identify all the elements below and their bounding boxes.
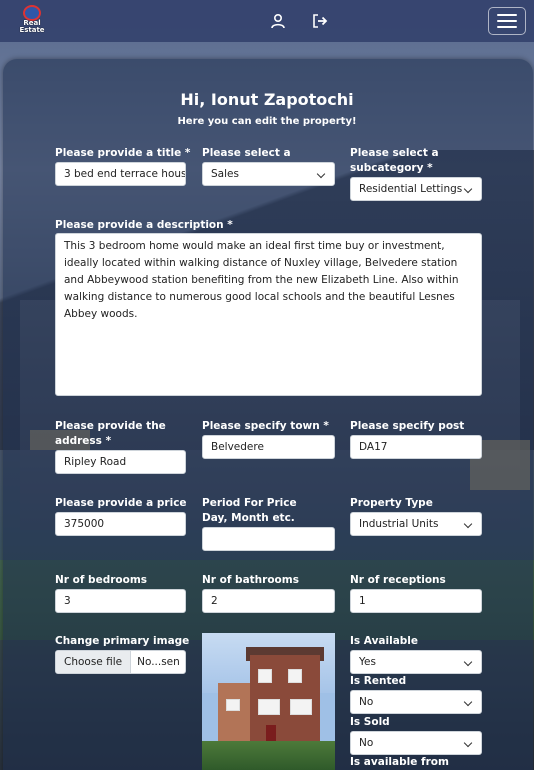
subcategory-select[interactable]: Residential Lettings: [350, 177, 482, 201]
subcategory-label: Please select a subcategory *: [350, 147, 439, 174]
sold-select[interactable]: No: [350, 731, 482, 755]
period-input[interactable]: [202, 527, 335, 551]
page-title: Hi, Ionut Zapotochi: [180, 90, 354, 109]
category-select[interactable]: Sales: [202, 162, 335, 186]
file-name: No...sen: [137, 656, 180, 668]
available-select[interactable]: Yes: [350, 650, 482, 674]
bathrooms-label: Nr of bathrooms: [202, 574, 299, 586]
bathrooms-input[interactable]: 2: [202, 589, 335, 613]
title-label: Please provide a title *: [55, 147, 191, 159]
nav-icons: [270, 13, 328, 29]
property-type-select[interactable]: Industrial Units: [350, 512, 482, 536]
available-from-label: Is available from: [350, 756, 449, 768]
page-subtitle: Here you can edit the property!: [177, 116, 357, 127]
description-label: Please provide a description *: [55, 219, 233, 231]
rented-label: Is Rented: [350, 675, 407, 687]
file-input[interactable]: Choose file No...sen: [55, 650, 186, 674]
description-textarea[interactable]: This 3 bedroom home would make an ideal …: [55, 233, 482, 396]
logo-text: Real Estate: [19, 19, 45, 34]
image-label: Change primary image: [55, 635, 190, 647]
hamburger-menu-icon[interactable]: [488, 7, 526, 35]
bedrooms-input[interactable]: 3: [55, 589, 186, 613]
user-icon[interactable]: [270, 13, 286, 29]
postcode-input[interactable]: DA17: [350, 435, 482, 459]
property-type-label: Property Type: [350, 497, 433, 509]
logo[interactable]: Real Estate: [14, 4, 50, 38]
top-navbar: Real Estate: [0, 0, 534, 42]
town-input[interactable]: Belvedere: [202, 435, 335, 459]
town-label: Please specify town *: [202, 420, 329, 432]
price-input[interactable]: 375000: [55, 512, 186, 536]
sold-label: Is Sold: [350, 716, 390, 728]
logout-icon[interactable]: [312, 13, 328, 29]
primary-image-thumbnail: [202, 633, 335, 770]
address-input[interactable]: Ripley Road: [55, 450, 186, 474]
title-input[interactable]: 3 bed end terrace hous: [55, 162, 186, 186]
address-label: Please provide the address *: [55, 420, 166, 447]
period-label: Period For Price Day, Month etc.: [202, 497, 297, 524]
receptions-input[interactable]: 1: [350, 589, 482, 613]
available-label: Is Available: [350, 635, 419, 647]
bedrooms-label: Nr of bedrooms: [55, 574, 148, 586]
receptions-label: Nr of receptions: [350, 574, 446, 586]
rented-select[interactable]: No: [350, 690, 482, 714]
choose-file-button[interactable]: Choose file: [56, 651, 132, 673]
